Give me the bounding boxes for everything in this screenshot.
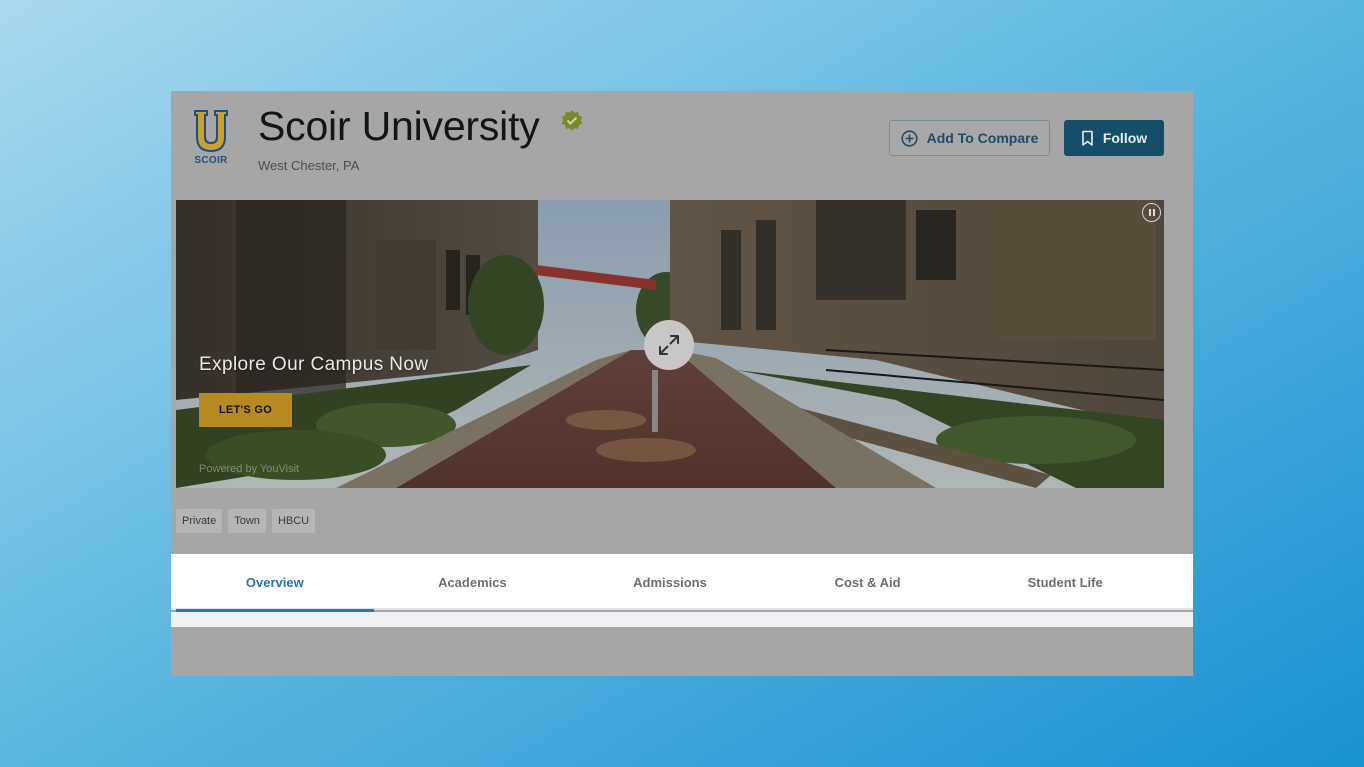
app-window: SCOIR Scoir University West Chester, PA … bbox=[171, 91, 1193, 676]
pause-icon-bar bbox=[1148, 209, 1151, 216]
add-to-compare-button[interactable]: Add To Compare bbox=[889, 120, 1050, 156]
logo-u-icon bbox=[194, 110, 228, 153]
content-strip bbox=[171, 612, 1193, 627]
expand-arrows-icon bbox=[659, 335, 679, 355]
tab-academics[interactable]: Academics bbox=[374, 554, 572, 610]
logo-wordmark: SCOIR bbox=[194, 155, 228, 166]
university-logo: SCOIR bbox=[191, 109, 231, 167]
verified-badge-icon bbox=[561, 110, 583, 131]
campus-tour-hero[interactable]: Explore Our Campus Now LET'S GO Powered … bbox=[176, 200, 1164, 488]
follow-button[interactable]: Follow bbox=[1064, 120, 1164, 156]
pause-icon-bar bbox=[1152, 209, 1155, 216]
tag-hbcu: HBCU bbox=[271, 509, 316, 533]
expand-tour-button[interactable] bbox=[644, 320, 694, 370]
university-location: West Chester, PA bbox=[258, 158, 360, 173]
tab-bar: Overview Academics Admissions Cost & Aid… bbox=[171, 554, 1193, 612]
tag-town: Town bbox=[228, 509, 266, 533]
bookmark-icon bbox=[1082, 130, 1093, 146]
tab-overview[interactable]: Overview bbox=[176, 554, 374, 612]
plus-circle-icon bbox=[901, 129, 918, 147]
tab-cost-aid[interactable]: Cost & Aid bbox=[769, 554, 967, 610]
follow-label: Follow bbox=[1102, 130, 1148, 146]
hero-heading: Explore Our Campus Now bbox=[199, 354, 429, 375]
tag-private: Private bbox=[176, 509, 223, 533]
powered-by-text: Powered by YouVisit bbox=[199, 463, 300, 475]
lets-go-button[interactable]: LET'S GO bbox=[199, 393, 292, 427]
pause-button[interactable] bbox=[1142, 203, 1161, 222]
page-title: Scoir University bbox=[258, 103, 540, 149]
tag-list: Private Town HBCU bbox=[176, 509, 316, 533]
add-to-compare-label: Add To Compare bbox=[926, 130, 1039, 146]
tab-admissions[interactable]: Admissions bbox=[571, 554, 769, 610]
tab-student-life[interactable]: Student Life bbox=[966, 554, 1164, 610]
